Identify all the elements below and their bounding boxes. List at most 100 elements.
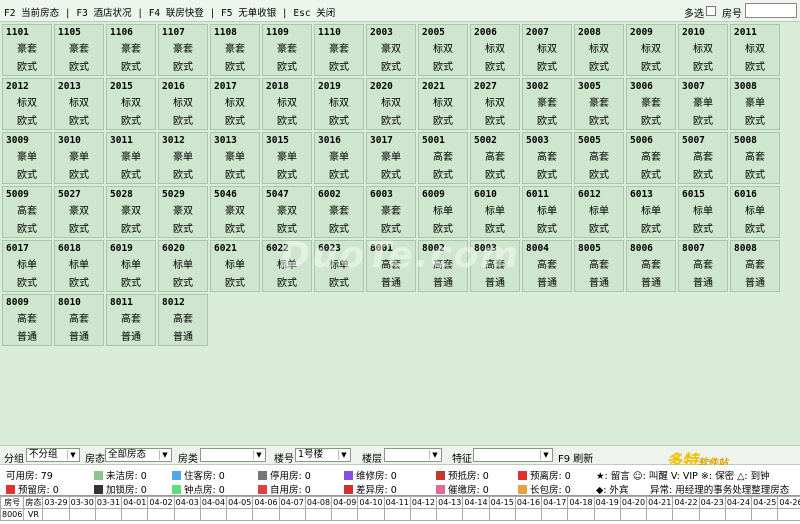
room-card[interactable]: 5001高套欧式: [418, 132, 468, 184]
room-card[interactable]: 1106豪套欧式: [106, 24, 156, 76]
room-card[interactable]: 1108豪套欧式: [210, 24, 260, 76]
timeline-row[interactable]: 8006VR: [1, 509, 800, 521]
quick-checkin-key[interactable]: F4 联房快登: [149, 8, 204, 19]
room-card[interactable]: 6018标单欧式: [54, 240, 104, 292]
room-card[interactable]: 8005高套普通: [574, 240, 624, 292]
room-card[interactable]: 5027豪双欧式: [54, 186, 104, 238]
room-type-select[interactable]: ▼: [200, 448, 266, 462]
room-card[interactable]: 6021标单欧式: [210, 240, 260, 292]
room-card[interactable]: 6003豪套欧式: [366, 186, 416, 238]
room-card[interactable]: 2016标双欧式: [158, 78, 208, 130]
room-type: 高套: [419, 256, 467, 271]
room-card[interactable]: 6015标单欧式: [678, 186, 728, 238]
room-card[interactable]: 2012标双欧式: [2, 78, 52, 130]
room-card[interactable]: 2018标双欧式: [262, 78, 312, 130]
room-card[interactable]: 3005豪套欧式: [574, 78, 624, 130]
multi-select-checkbox[interactable]: [706, 6, 716, 16]
room-card[interactable]: 5047豪双欧式: [262, 186, 312, 238]
room-card[interactable]: 8001高套普通: [366, 240, 416, 292]
room-number: 6023: [318, 243, 341, 254]
room-card[interactable]: 2021标双欧式: [418, 78, 468, 130]
room-card[interactable]: 3010豪单欧式: [54, 132, 104, 184]
room-card[interactable]: 6016标单欧式: [730, 186, 780, 238]
room-card[interactable]: 6013标单欧式: [626, 186, 676, 238]
room-card[interactable]: 2006标双欧式: [470, 24, 520, 76]
room-card[interactable]: 2011标双欧式: [730, 24, 780, 76]
room-card[interactable]: 2015标双欧式: [106, 78, 156, 130]
room-card[interactable]: 5007高套欧式: [678, 132, 728, 184]
room-style: 欧式: [107, 58, 155, 73]
room-card[interactable]: 1101豪套欧式: [2, 24, 52, 76]
room-card[interactable]: 8007高套普通: [678, 240, 728, 292]
room-card[interactable]: 3007豪单欧式: [678, 78, 728, 130]
room-card[interactable]: 5002高套欧式: [470, 132, 520, 184]
room-card[interactable]: 3009豪单欧式: [2, 132, 52, 184]
room-card[interactable]: 6017标单欧式: [2, 240, 52, 292]
room-card[interactable]: 1107豪套欧式: [158, 24, 208, 76]
room-card[interactable]: 2019标双欧式: [314, 78, 364, 130]
room-card[interactable]: 6022标单欧式: [262, 240, 312, 292]
room-card[interactable]: 3015豪单欧式: [262, 132, 312, 184]
feature-select[interactable]: ▼: [473, 448, 553, 462]
room-card[interactable]: 5009高套欧式: [2, 186, 52, 238]
room-card[interactable]: 5003高套欧式: [522, 132, 572, 184]
group-select[interactable]: 不分组▼: [26, 448, 80, 462]
room-card[interactable]: 3017豪单欧式: [366, 132, 416, 184]
room-card[interactable]: 3008豪单欧式: [730, 78, 780, 130]
room-card[interactable]: 2009标双欧式: [626, 24, 676, 76]
timeline-cell: [594, 509, 620, 521]
building-select[interactable]: 1号楼▼: [295, 448, 351, 462]
room-card[interactable]: 3013豪单欧式: [210, 132, 260, 184]
floor-select[interactable]: ▼: [384, 448, 442, 462]
room-card[interactable]: 8009高套普通: [2, 294, 52, 346]
status-select[interactable]: 全部房态▼: [105, 448, 172, 462]
room-card[interactable]: 5029豪双欧式: [158, 186, 208, 238]
room-card[interactable]: 1105豪套欧式: [54, 24, 104, 76]
current-room-status-key[interactable]: F2 当前房态: [4, 8, 59, 19]
room-card[interactable]: 3006豪套欧式: [626, 78, 676, 130]
room-card[interactable]: 8006高套普通: [626, 240, 676, 292]
refresh-button[interactable]: F9 刷新: [558, 450, 593, 465]
legend-swatch-icon: [94, 485, 103, 494]
room-card[interactable]: 5028豪双欧式: [106, 186, 156, 238]
room-card[interactable]: 6002豪套欧式: [314, 186, 364, 238]
room-card[interactable]: 6020标单欧式: [158, 240, 208, 292]
room-card[interactable]: 3012豪单欧式: [158, 132, 208, 184]
room-card[interactable]: 8010高套普通: [54, 294, 104, 346]
hotel-status-key[interactable]: F3 酒店状况: [76, 8, 131, 19]
room-card[interactable]: 6023标单欧式: [314, 240, 364, 292]
room-card[interactable]: 3016豪单欧式: [314, 132, 364, 184]
room-card[interactable]: 8004高套普通: [522, 240, 572, 292]
room-card[interactable]: 6009标单欧式: [418, 186, 468, 238]
room-card[interactable]: 6010标单欧式: [470, 186, 520, 238]
room-card[interactable]: 2020标双欧式: [366, 78, 416, 130]
room-card[interactable]: 5006高套欧式: [626, 132, 676, 184]
no-order-cashier-key[interactable]: F5 无单收银: [221, 8, 276, 19]
room-card[interactable]: 6012标单欧式: [574, 186, 624, 238]
room-card[interactable]: 5046豪双欧式: [210, 186, 260, 238]
room-card[interactable]: 2008标双欧式: [574, 24, 624, 76]
room-card[interactable]: 8003高套普通: [470, 240, 520, 292]
room-card[interactable]: 2027标双欧式: [470, 78, 520, 130]
room-type: 豪单: [211, 148, 259, 163]
room-card[interactable]: 6011标单欧式: [522, 186, 572, 238]
room-card[interactable]: 2005标双欧式: [418, 24, 468, 76]
room-card[interactable]: 5008高套欧式: [730, 132, 780, 184]
room-card[interactable]: 1109豪套欧式: [262, 24, 312, 76]
room-card[interactable]: 3002豪套欧式: [522, 78, 572, 130]
close-key[interactable]: Esc 关闭: [293, 8, 335, 19]
room-card[interactable]: 2010标双欧式: [678, 24, 728, 76]
room-card[interactable]: 8002高套普通: [418, 240, 468, 292]
room-card[interactable]: 8008高套普通: [730, 240, 780, 292]
room-card[interactable]: 2007标双欧式: [522, 24, 572, 76]
room-number-input[interactable]: [745, 3, 797, 18]
room-card[interactable]: 6019标单欧式: [106, 240, 156, 292]
room-card[interactable]: 3011豪单欧式: [106, 132, 156, 184]
room-card[interactable]: 8012高套普通: [158, 294, 208, 346]
room-card[interactable]: 5005高套欧式: [574, 132, 624, 184]
room-card[interactable]: 8011高套普通: [106, 294, 156, 346]
room-card[interactable]: 2013标双欧式: [54, 78, 104, 130]
room-card[interactable]: 2017标双欧式: [210, 78, 260, 130]
room-card[interactable]: 1110豪套欧式: [314, 24, 364, 76]
room-card[interactable]: 2003豪双欧式: [366, 24, 416, 76]
